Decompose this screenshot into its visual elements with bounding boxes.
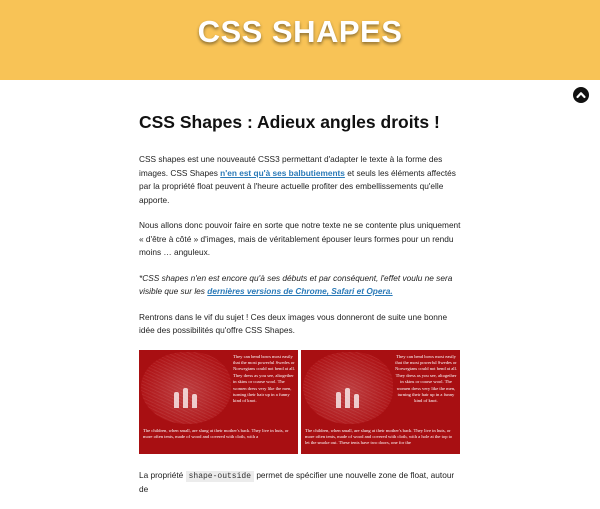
paragraph-lead-in: Rentrons dans le vif du sujet ! Ces deux… bbox=[139, 311, 448, 336]
paragraph-shape-outside: La propriété shape-outside permet de spé… bbox=[139, 469, 461, 497]
image-caption-text: The children, when small, are slung at t… bbox=[143, 427, 289, 439]
site-header: CSS SHAPES bbox=[0, 0, 600, 80]
balbutiements-link[interactable]: n'en est qu'à ses balbutiements bbox=[220, 168, 345, 178]
site-title: CSS SHAPES bbox=[197, 14, 403, 49]
back-to-top-button[interactable] bbox=[573, 87, 589, 103]
paragraph-intro: CSS shapes est une nouveauté CSS3 permet… bbox=[139, 153, 461, 207]
image-caption-text: The children, when small, are slung at t… bbox=[305, 427, 453, 446]
code-snippet: shape-outside bbox=[185, 470, 255, 482]
paragraph-goal: Nous allons donc pouvoir faire en sorte … bbox=[139, 220, 461, 257]
paragraph-note: *CSS shapes n'en est encore qu'à ses déb… bbox=[139, 272, 461, 299]
image-caption-text: They can bend bows most easily that the … bbox=[233, 353, 295, 404]
browser-versions-link[interactable]: dernières versions de Chrome, Safari et … bbox=[207, 286, 392, 296]
paragraph-text: La propriété bbox=[139, 469, 186, 480]
illustration bbox=[141, 351, 231, 424]
example-image-shape: They can bend bows most easily that the … bbox=[301, 349, 460, 454]
illustration bbox=[303, 351, 393, 424]
example-images: They can bend bows most easily that the … bbox=[139, 349, 461, 454]
article-heading: CSS Shapes : Adieux angles droits ! bbox=[139, 112, 440, 132]
chevron-up-icon bbox=[576, 92, 586, 99]
example-image-float: They can bend bows most easily that the … bbox=[139, 349, 298, 454]
image-caption-text: They can bend bows most easily that the … bbox=[395, 353, 457, 404]
article: CSS Shapes : Adieux angles droits ! CSS … bbox=[139, 112, 461, 509]
